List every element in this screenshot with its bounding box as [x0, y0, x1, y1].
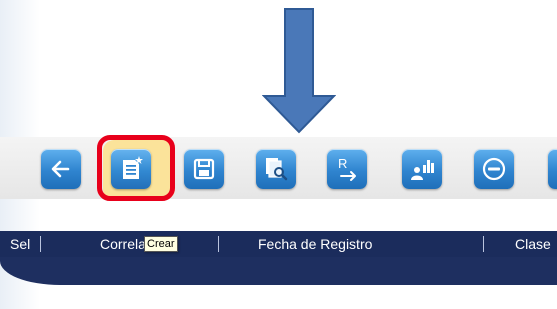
column-header-clase[interactable]: Clase — [515, 231, 551, 257]
create-button[interactable] — [111, 149, 151, 189]
column-separator — [40, 236, 41, 252]
arrow-left-icon — [51, 160, 70, 178]
search-button[interactable] — [256, 149, 296, 189]
floppy-disk-icon — [193, 158, 215, 180]
arrow-down-annotation-icon — [262, 8, 336, 134]
column-separator — [218, 236, 219, 252]
user-chart-icon — [411, 160, 434, 180]
new-document-icon — [123, 156, 143, 179]
remove-button[interactable] — [474, 149, 514, 189]
more-button[interactable] — [548, 149, 557, 189]
document-search-icon — [266, 158, 288, 181]
report-button[interactable]: R — [327, 149, 367, 189]
svg-text:R: R — [338, 156, 347, 171]
column-header-sel[interactable]: Sel — [10, 231, 30, 257]
save-button[interactable] — [184, 149, 224, 189]
back-button[interactable] — [41, 149, 81, 189]
create-tooltip: Crear — [144, 236, 178, 252]
report-export-icon: R — [338, 156, 356, 181]
column-separator — [483, 236, 484, 252]
grid-body-band — [0, 257, 557, 285]
column-header-fecha-registro[interactable]: Fecha de Registro — [258, 231, 372, 257]
minus-circle-icon — [482, 157, 506, 181]
statistics-button[interactable] — [402, 149, 442, 189]
grid-header: Sel Correlativo Fecha de Registro Clase — [0, 231, 557, 257]
